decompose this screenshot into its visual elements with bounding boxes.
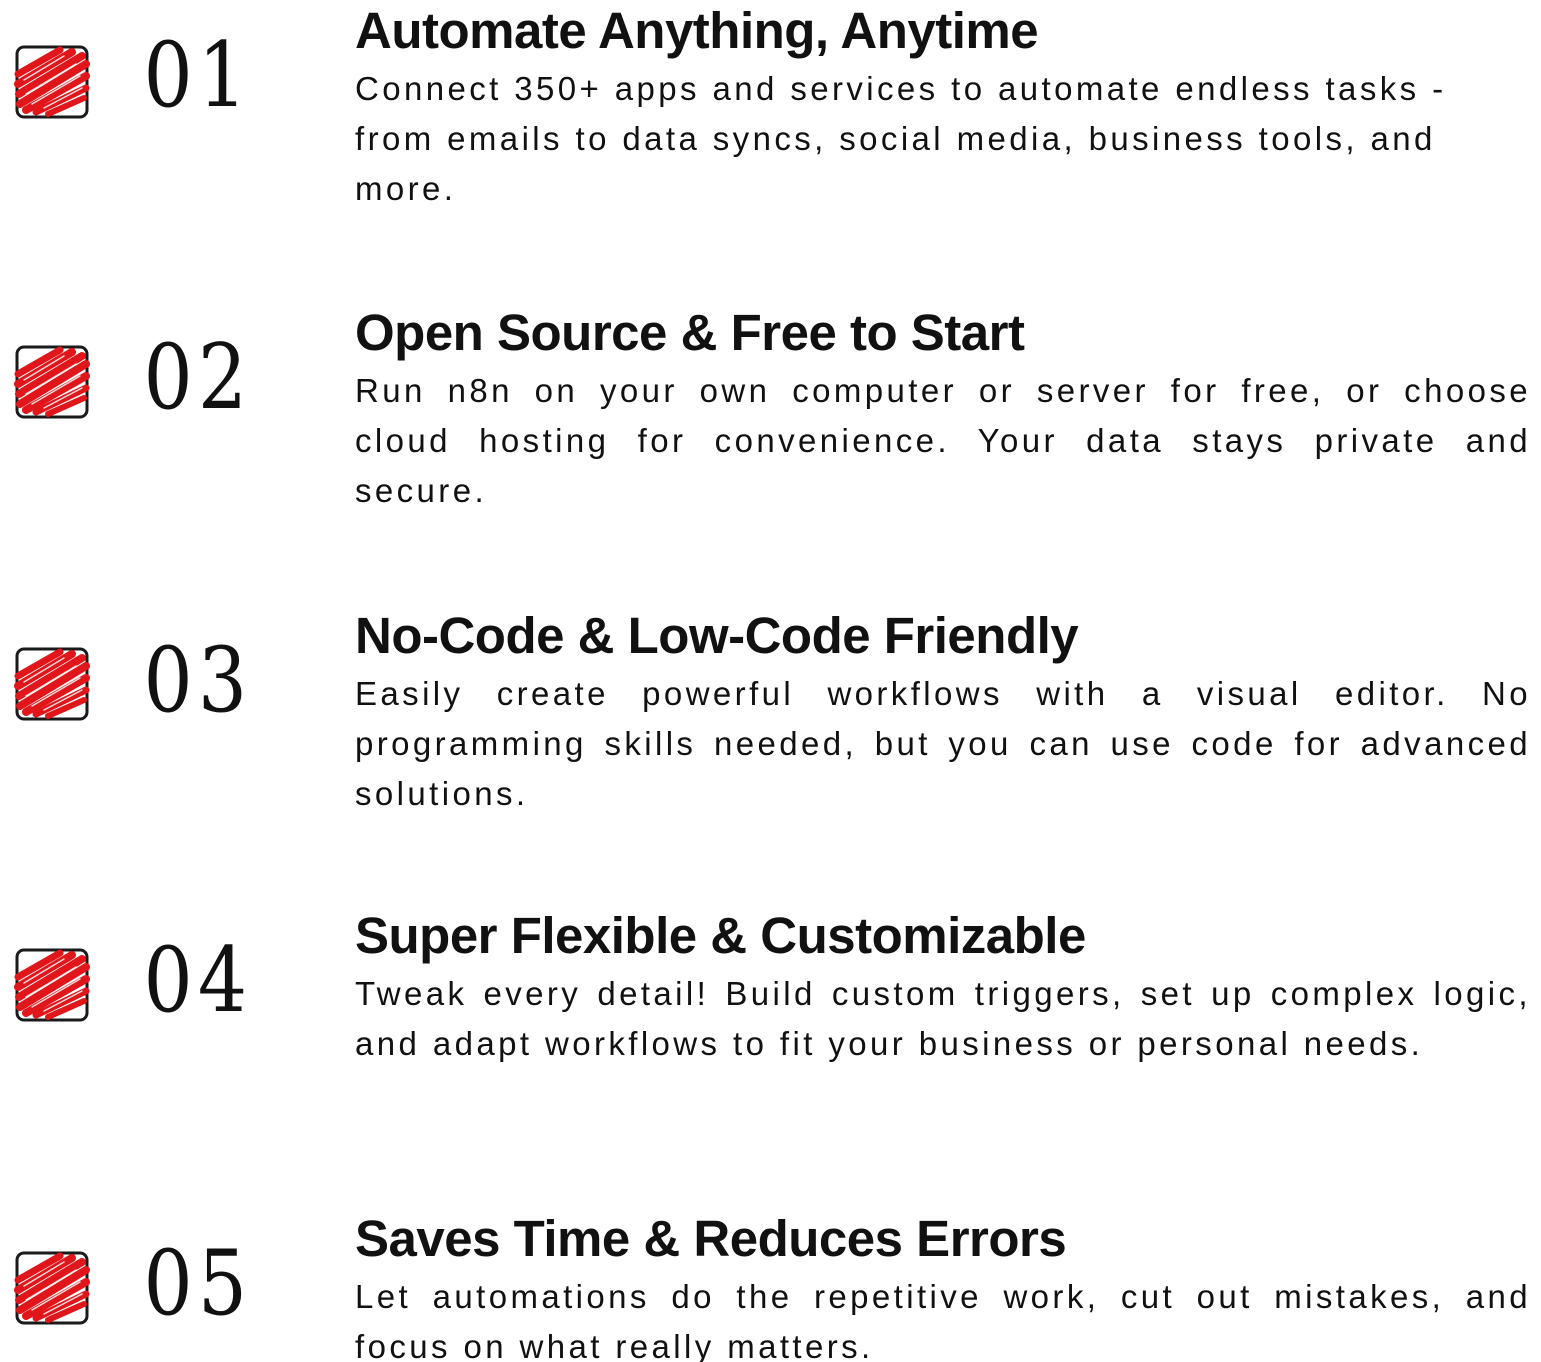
- feature-title: Automate Anything, Anytime: [355, 2, 1039, 59]
- feature-number: 01: [143, 23, 253, 128]
- feature-number: 03: [143, 628, 253, 733]
- feature-number: 04: [143, 928, 253, 1033]
- feature-item-1: 01 Automate Anything, Anytime Connect 35…: [0, 0, 1541, 260]
- feature-description: Tweak every detail! Build custom trigger…: [355, 975, 1531, 1062]
- feature-description: Connect 350+ apps and services to automa…: [355, 70, 1447, 207]
- feature-item-3: 03 No-Code & Low-Code Friendly Easily cr…: [0, 605, 1541, 865]
- feature-title: Open Source & Free to Start: [355, 304, 1025, 361]
- feature-number: 05: [143, 1231, 253, 1336]
- feature-title: Saves Time & Reduces Errors: [355, 1210, 1067, 1267]
- feature-description: Run n8n on your own computer or server f…: [355, 372, 1531, 509]
- red-scribble-checkbox-icon: [14, 646, 90, 722]
- red-scribble-checkbox-icon: [14, 344, 90, 420]
- feature-item-2: 02 Open Source & Free to Start Run n8n o…: [0, 302, 1541, 562]
- feature-description: Let automations do the repetitive work, …: [355, 1278, 1531, 1362]
- feature-number: 02: [143, 325, 253, 430]
- feature-description: Easily create powerful workflows with a …: [355, 675, 1531, 812]
- red-scribble-checkbox-icon: [14, 44, 90, 120]
- feature-item-4: 04 Super Flexible & Customizable Tweak e…: [0, 905, 1541, 1165]
- feature-item-5: 05 Saves Time & Reduces Errors Let autom…: [0, 1208, 1541, 1362]
- red-scribble-checkbox-icon: [14, 1250, 90, 1326]
- feature-title: Super Flexible & Customizable: [355, 907, 1086, 964]
- feature-title: No-Code & Low-Code Friendly: [355, 607, 1079, 664]
- red-scribble-checkbox-icon: [14, 947, 90, 1023]
